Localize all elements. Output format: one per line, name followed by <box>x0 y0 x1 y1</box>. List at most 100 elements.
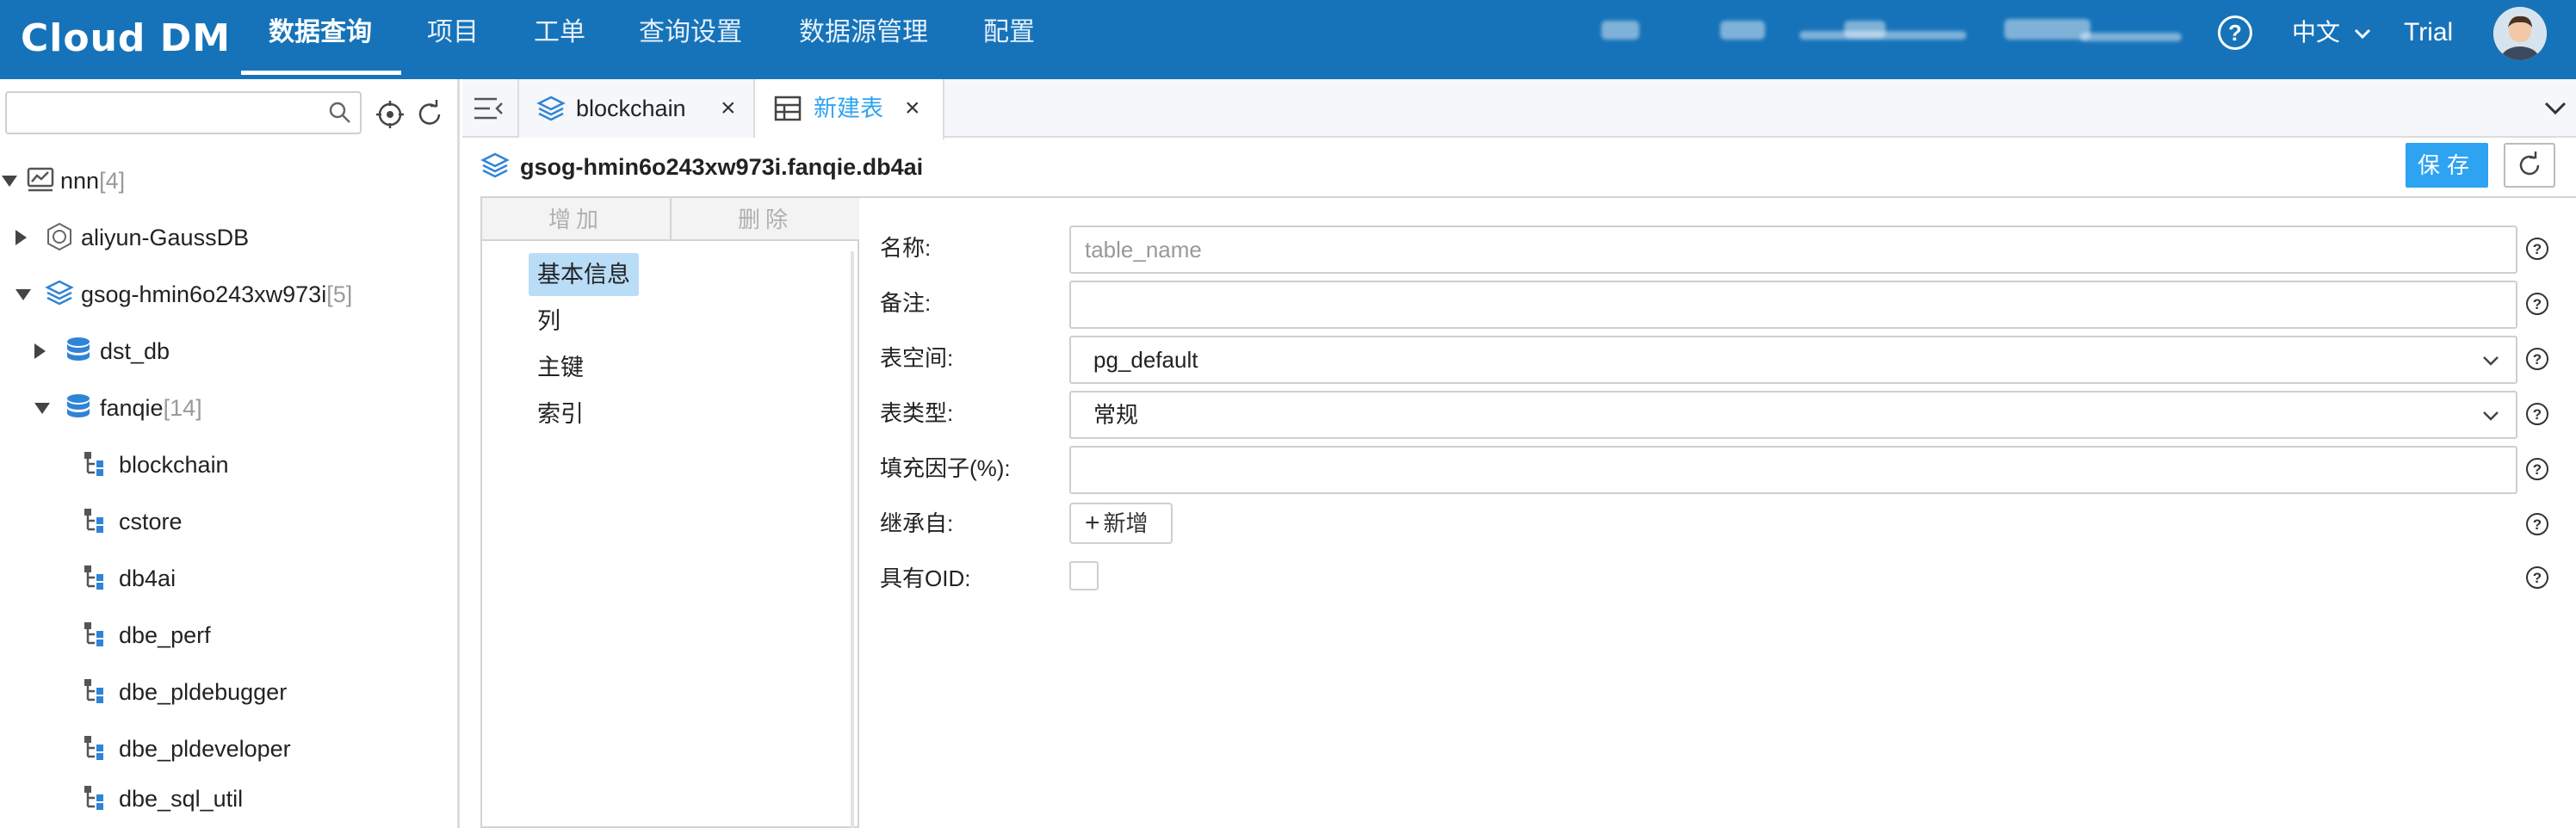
tree-node-schema[interactable]: blockchain <box>0 439 448 491</box>
plus-icon: + <box>1085 509 1100 537</box>
tree-node-nnn[interactable]: nnn[4] <box>0 155 448 207</box>
inherit-add-button[interactable]: + 新增 <box>1069 503 1173 544</box>
tree-node-schema[interactable]: cstore <box>0 496 448 547</box>
add-button[interactable]: 增加 <box>482 198 670 241</box>
refresh-icon[interactable] <box>415 100 444 129</box>
chevron-down-icon[interactable] <box>2541 93 2570 122</box>
chevron-down-icon <box>2483 356 2499 366</box>
section-columns[interactable]: 列 <box>529 300 569 343</box>
tree-node-label: cstore <box>119 509 183 534</box>
help-icon[interactable]: ? <box>2524 346 2550 372</box>
database-icon <box>67 337 90 361</box>
close-icon[interactable]: × <box>721 79 736 138</box>
nav-item-datasource-management[interactable]: 数据源管理 <box>799 0 928 79</box>
tree-node-schema[interactable]: dbe_pldeveloper <box>0 723 448 775</box>
caret-down-icon[interactable] <box>2 176 17 187</box>
tree-node-label: nnn <box>60 168 100 194</box>
basic-info-form: 名称: table_name ? 备注: ? 表空间: pg_default ?… <box>859 196 2576 828</box>
tree-node-count: [4] <box>99 168 126 194</box>
help-icon[interactable]: ? <box>2218 15 2252 50</box>
tree-node-label: db4ai <box>119 565 176 591</box>
nav-item-query-settings[interactable]: 查询设置 <box>639 0 742 79</box>
tree-node-schema[interactable]: dbe_sql_util <box>0 773 448 825</box>
close-icon[interactable]: × <box>905 79 920 138</box>
caret-right-icon[interactable] <box>34 343 46 359</box>
caret-down-icon[interactable] <box>34 403 50 414</box>
section-primary-key[interactable]: 主键 <box>529 346 592 389</box>
tree-node-schema[interactable]: dbe_pldebugger <box>0 666 448 718</box>
brand-logo[interactable]: Cloud DM <box>21 9 231 69</box>
table-type-select[interactable]: 常规 <box>1069 391 2517 439</box>
schema-icon <box>84 679 103 703</box>
comment-input[interactable] <box>1069 281 2517 329</box>
schema-icon <box>84 565 103 590</box>
redacted-block <box>2004 19 2090 40</box>
layers-icon <box>45 280 74 306</box>
help-icon[interactable]: ? <box>2524 236 2550 262</box>
toggle-sidebar-icon[interactable] <box>471 91 505 126</box>
tablespace-select[interactable]: pg_default <box>1069 336 2517 384</box>
name-label: 名称: <box>880 235 932 261</box>
table-icon <box>774 96 802 121</box>
help-icon[interactable]: ? <box>2524 401 2550 427</box>
help-icon[interactable]: ? <box>2524 456 2550 482</box>
user-avatar-icon <box>2493 7 2547 60</box>
search-icon[interactable] <box>327 100 353 126</box>
fill-factor-label: 填充因子(%): <box>880 455 1011 481</box>
help-icon[interactable]: ? <box>2524 565 2550 590</box>
user-name[interactable]: Trial <box>2404 0 2453 65</box>
tree-node-gsog[interactable]: gsog-hmin6o243xw973i[5] <box>0 269 448 320</box>
tree-node-fanqie[interactable]: fanqie[14] <box>0 382 448 434</box>
table-editor-nav-pane: 增加 删除 基本信息 列 主键 索引 <box>480 196 859 828</box>
svg-text:?: ? <box>2533 296 2542 312</box>
caret-right-icon[interactable] <box>15 230 27 245</box>
tree-node-label: dbe_perf <box>119 622 211 648</box>
tree-node-count: [5] <box>326 281 353 307</box>
refresh-icon <box>2519 151 2540 176</box>
scrollbar[interactable] <box>851 251 854 828</box>
language-selector[interactable]: 中文 <box>2292 0 2372 65</box>
delete-button[interactable]: 删除 <box>672 198 859 241</box>
with-oid-checkbox[interactable] <box>1069 561 1099 590</box>
fill-factor-input[interactable] <box>1069 446 2517 494</box>
tree-node-schema[interactable]: dbe_perf <box>0 609 448 661</box>
database-icon <box>67 394 90 417</box>
tree-node-label: gsog-hmin6o243xw973i <box>81 281 327 307</box>
editor-tab-bar: blockchain × 新建表 × <box>462 79 2576 139</box>
save-button[interactable]: 保存 <box>2406 143 2488 188</box>
avatar[interactable] <box>2493 7 2547 60</box>
reload-button[interactable] <box>2504 143 2555 188</box>
chevron-down-icon <box>2483 411 2499 421</box>
help-icon[interactable]: ? <box>2524 511 2550 537</box>
svg-text:?: ? <box>2533 570 2542 586</box>
comment-label: 备注: <box>880 290 932 316</box>
tree-node-label: blockchain <box>119 452 229 478</box>
tab-label: 新建表 <box>814 96 883 121</box>
nav-item-data-query[interactable]: 数据查询 <box>269 0 372 79</box>
locate-icon[interactable] <box>375 100 405 129</box>
tree-node-dst-db[interactable]: dst_db <box>0 325 448 377</box>
nav-item-tickets[interactable]: 工单 <box>534 0 585 79</box>
table-name-input[interactable]: table_name <box>1069 226 2517 274</box>
section-basic-info[interactable]: 基本信息 <box>529 253 639 296</box>
nav-item-config[interactable]: 配置 <box>983 0 1035 79</box>
inherit-label: 继承自: <box>880 510 954 536</box>
redacted-block <box>1720 21 1765 40</box>
svg-text:?: ? <box>2533 351 2542 368</box>
tab-label: blockchain <box>576 96 686 121</box>
section-indexes[interactable]: 索引 <box>529 392 592 436</box>
tree-node-label: fanqie <box>100 395 164 421</box>
with-oid-label: 具有OID: <box>880 565 971 591</box>
help-icon[interactable]: ? <box>2524 291 2550 317</box>
nav-item-projects[interactable]: 项目 <box>427 0 479 79</box>
svg-text:?: ? <box>2533 406 2542 423</box>
tree-search-input[interactable] <box>5 91 362 134</box>
schema-icon <box>84 509 103 533</box>
tree-node-schema[interactable]: db4ai <box>0 553 448 604</box>
tree-node-aliyun-gaussdb[interactable]: aliyun-GaussDB <box>0 212 448 263</box>
tab-new-table[interactable]: 新建表 × <box>755 79 944 139</box>
tab-blockchain[interactable]: blockchain × <box>517 79 755 138</box>
connection-group-icon <box>27 167 54 192</box>
caret-down-icon[interactable] <box>15 289 31 300</box>
redacted-block <box>1601 21 1639 40</box>
